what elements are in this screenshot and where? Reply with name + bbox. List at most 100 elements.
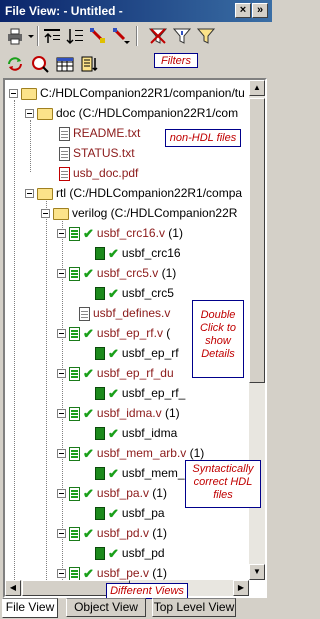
tree-count: (1) — [152, 566, 167, 580]
list-sort-icon[interactable] — [80, 54, 100, 74]
check-icon: ✔ — [108, 425, 119, 441]
tree-label: usbf_idma — [121, 426, 178, 440]
grid-icon[interactable] — [55, 54, 75, 74]
text-file-icon — [59, 146, 70, 161]
collapse-toggle-icon[interactable] — [25, 189, 34, 199]
tree-label: usb_doc.pdf — [73, 166, 139, 180]
filter-off-icon[interactable] — [148, 26, 168, 46]
double-click-callout: Double Click to show Details — [192, 300, 244, 378]
module-icon — [95, 427, 105, 441]
hdl-file-icon — [69, 526, 80, 541]
close-icon[interactable]: × — [235, 3, 251, 18]
collapse-toggle-icon[interactable] — [57, 329, 66, 339]
print-icon[interactable] — [5, 26, 25, 46]
module-icon — [95, 247, 105, 261]
tree-node-doc[interactable]: doc (C:/HDLCompanion22R1/com — [25, 103, 238, 123]
scroll-up-icon[interactable]: ▲ — [249, 80, 265, 96]
tree-label: usbf_pd.v — [96, 526, 149, 540]
collapse-all-icon[interactable] — [42, 26, 62, 46]
filters-callout: Filters — [154, 53, 198, 68]
tree-node-usb-doc[interactable]: usb_doc.pdf — [59, 163, 138, 183]
hdl-file-icon — [69, 446, 80, 461]
tree-label: usbf_ep_rf_du — [96, 366, 174, 380]
scroll-down-icon[interactable]: ▼ — [249, 564, 265, 580]
tree-node-idma-module[interactable]: ✔ usbf_idma — [95, 423, 177, 443]
collapse-toggle-icon[interactable] — [57, 269, 66, 279]
tree-label: C:/HDLCompanion22R1/companion/tu — [40, 86, 245, 100]
tree-label: usbf_idma.v — [96, 406, 162, 420]
tab-top-level-view[interactable]: Top Level View — [152, 598, 236, 617]
tree-label: usbf_crc16.v — [96, 226, 165, 240]
view-tabs: File View Object View Top Level View — [0, 598, 272, 619]
text-file-icon — [79, 306, 90, 321]
tree-node-idma-file[interactable]: ✔ usbf_idma.v (1) — [57, 403, 180, 423]
tree-guide-line — [14, 100, 15, 580]
collapse-toggle-icon[interactable] — [57, 449, 66, 459]
collapse-toggle-icon[interactable] — [57, 229, 66, 239]
tree-label: STATUS.txt — [73, 146, 135, 160]
tree-node-ep-rf-file[interactable]: ✔ usbf_ep_rf.v ( — [57, 323, 170, 343]
scroll-left-icon[interactable]: ◀ — [5, 580, 21, 596]
tree-label: usbf_pa — [121, 506, 165, 520]
tree-node-pa-module[interactable]: ✔ usbf_pa — [95, 503, 165, 523]
tree-label: usbf_pe.v — [96, 566, 149, 580]
check-icon: ✔ — [83, 365, 94, 381]
tab-file-view[interactable]: File View — [2, 598, 58, 618]
collapse-toggle-icon[interactable] — [57, 409, 66, 419]
collapse-toggle-icon[interactable] — [9, 89, 18, 99]
tree-node-crc5-file[interactable]: ✔ usbf_crc5.v (1) — [57, 263, 176, 283]
folder-open-icon — [21, 87, 37, 100]
collapse-toggle-icon[interactable] — [25, 109, 34, 119]
tree-node-defines[interactable]: usbf_defines.v — [79, 303, 170, 323]
refresh-icon[interactable] — [5, 54, 25, 74]
search-icon[interactable] — [30, 54, 50, 74]
hdl-file-icon — [69, 226, 80, 241]
tree-node-pd-module[interactable]: ✔ usbf_pd — [95, 543, 165, 563]
collapse-toggle-icon[interactable] — [57, 529, 66, 539]
tree-node-crc16-file[interactable]: ✔ usbf_crc16.v (1) — [57, 223, 183, 243]
tree-label: usbf_defines.v — [93, 306, 171, 320]
tree-node-mem-arb-file[interactable]: ✔ usbf_mem_arb.v (1) — [57, 443, 204, 463]
collapse-toggle-icon[interactable] — [41, 209, 50, 219]
toolbar-separator — [37, 26, 39, 46]
tree-node-ep-rf-module[interactable]: ✔ usbf_ep_rf — [95, 343, 179, 363]
tree-label: doc (C:/HDLCompanion22R1/com — [56, 106, 239, 120]
sort-icon[interactable] — [65, 26, 85, 46]
tree-node-rtl[interactable]: rtl (C:/HDLCompanion22R1/compa — [25, 183, 242, 203]
module-icon — [95, 507, 105, 521]
tree-node-root[interactable]: C:/HDLCompanion22R1/companion/tu — [9, 83, 245, 103]
tab-object-view[interactable]: Object View — [66, 598, 146, 617]
tree-node-ep-rf-du-file[interactable]: ✔ usbf_ep_rf_du — [57, 363, 174, 383]
tree-node-pd-file[interactable]: ✔ usbf_pd.v (1) — [57, 523, 167, 543]
toolbar-bottom — [0, 52, 140, 76]
highlight-icon[interactable] — [88, 26, 108, 46]
check-icon: ✔ — [108, 505, 119, 521]
more-icon[interactable]: » — [252, 3, 268, 18]
collapse-toggle-icon[interactable] — [57, 369, 66, 379]
highlight-dropdown-icon[interactable] — [111, 26, 131, 46]
filter-icon[interactable] — [196, 26, 216, 46]
folder-open-icon — [37, 187, 53, 200]
tree-node-readme[interactable]: README.txt — [59, 123, 140, 143]
check-icon: ✔ — [83, 485, 94, 501]
tree-node-pa-file[interactable]: ✔ usbf_pa.v (1) — [57, 483, 167, 503]
tree-label: rtl (C:/HDLCompanion22R1/compa — [56, 186, 243, 200]
check-icon: ✔ — [108, 285, 119, 301]
check-icon: ✔ — [108, 245, 119, 261]
scroll-thumb[interactable] — [249, 98, 265, 383]
tree-count: (1) — [161, 266, 177, 280]
check-icon: ✔ — [108, 385, 119, 401]
scroll-right-icon[interactable]: ▶ — [233, 580, 249, 596]
tree-node-status[interactable]: STATUS.txt — [59, 143, 135, 163]
tree-node-ep-rf-module-2[interactable]: ✔ usbf_ep_rf_ — [95, 383, 185, 403]
check-icon: ✔ — [83, 405, 94, 421]
collapse-toggle-icon[interactable] — [57, 489, 66, 499]
hdl-file-icon — [69, 326, 80, 341]
collapse-toggle-icon[interactable] — [57, 569, 66, 579]
tree-count: (1) — [152, 526, 167, 540]
filter-hdl-icon[interactable] — [172, 26, 192, 46]
tree-node-verilog[interactable]: verilog (C:/HDLCompanion22R — [41, 203, 237, 223]
tree-node-crc5-module[interactable]: ✔ usbf_crc5 — [95, 283, 174, 303]
print-dropdown-icon[interactable] — [27, 26, 35, 46]
tree-node-crc16-module[interactable]: ✔ usbf_crc16 — [95, 243, 181, 263]
